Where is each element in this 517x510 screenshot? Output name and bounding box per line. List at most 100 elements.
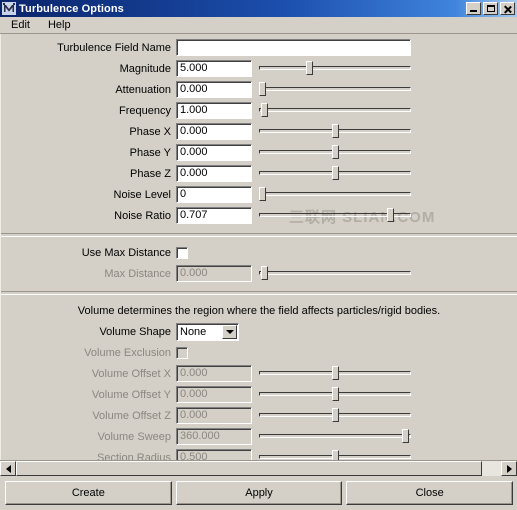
max-distance-slider [259, 265, 411, 282]
maximize-icon[interactable] [483, 2, 498, 15]
options-body: 三联网 SLIAN.COM Turbulence Field Name Magn… [0, 34, 517, 460]
slider-handle[interactable] [306, 61, 314, 75]
volume-offset-y-slider [259, 386, 411, 403]
phase-y-label: Phase Y [129, 146, 171, 159]
scroll-left-icon[interactable] [0, 461, 16, 476]
row-frequency: Frequency 1.000 [1, 101, 517, 120]
phase-x-slider[interactable] [259, 123, 411, 140]
close-icon[interactable] [500, 2, 515, 15]
volume-section: Volume determines the region where the f… [1, 297, 517, 460]
create-button[interactable]: Create [5, 480, 172, 505]
frequency-label: Frequency [119, 104, 171, 117]
volume-sweep-slider [259, 428, 411, 445]
volume-shape-select[interactable]: None [176, 322, 239, 341]
scrollbar-trough[interactable] [16, 461, 501, 476]
close-button[interactable]: Close [346, 480, 514, 505]
attenuation-label: Attenuation [115, 83, 171, 96]
frequency-input[interactable]: 1.000 [176, 102, 252, 119]
scrollbar-thumb[interactable] [16, 461, 482, 476]
window-controls [466, 2, 516, 15]
window-title: Turbulence Options [19, 2, 124, 15]
row-phase-y: Phase Y 0.000 [1, 143, 517, 162]
scroll-right-icon[interactable] [501, 461, 517, 476]
maya-m-icon [2, 2, 16, 15]
section-radius-slider [259, 449, 411, 460]
section-divider-2 [1, 291, 517, 295]
volume-shape-value: None [180, 325, 207, 338]
row-volume-sweep: Volume Sweep 360.000 [1, 427, 517, 446]
max-distance-input: 0.000 [176, 265, 252, 282]
phase-y-input[interactable]: 0.000 [176, 144, 252, 161]
slider-handle[interactable] [260, 103, 268, 117]
phase-z-slider[interactable] [259, 165, 411, 182]
horizontal-scrollbar[interactable] [0, 460, 517, 476]
menu-item-help[interactable]: Help [44, 18, 78, 32]
noise-ratio-label: Noise Ratio [114, 209, 171, 222]
row-section-radius: Section Radius 0.500 [1, 448, 517, 460]
dialog-button-bar: Create Apply Close [0, 476, 517, 510]
row-volume-shape: Volume Shape None [1, 322, 517, 341]
volume-offset-y-label: Volume Offset Y [91, 388, 171, 401]
row-volume-exclusion: Volume Exclusion [1, 343, 517, 362]
slider-track [259, 192, 411, 196]
volume-offset-x-slider [259, 365, 411, 382]
frequency-slider[interactable] [259, 102, 411, 119]
slider-handle[interactable] [259, 82, 267, 96]
attenuation-input[interactable]: 0.000 [176, 81, 252, 98]
slider-handle [332, 387, 339, 401]
menu-bar: Edit Help [0, 17, 517, 34]
phase-y-slider[interactable] [259, 144, 411, 161]
menu-item-edit[interactable]: Edit [7, 18, 37, 32]
max-distance-section: Use Max Distance Max Distance 0.000 [1, 239, 517, 289]
row-magnitude: Magnitude 5.000 [1, 59, 517, 78]
slider-track [259, 271, 411, 275]
phase-x-input[interactable]: 0.000 [176, 123, 252, 140]
chevron-down-icon[interactable] [222, 324, 237, 339]
title-bar[interactable]: Turbulence Options [0, 0, 517, 17]
noise-ratio-slider[interactable] [259, 207, 411, 224]
turbulence-attributes-section: Turbulence Field Name Magnitude 5.000 At… [1, 34, 517, 231]
phase-x-label: Phase X [129, 125, 171, 138]
volume-offset-x-label: Volume Offset X [91, 367, 171, 380]
row-attenuation: Attenuation 0.000 [1, 80, 517, 99]
minimize-icon[interactable] [466, 2, 481, 15]
volume-description: Volume determines the region where the f… [77, 305, 441, 317]
volume-offset-x-input: 0.000 [176, 365, 252, 382]
row-turbulence-field-name: Turbulence Field Name [1, 38, 517, 57]
attenuation-slider[interactable] [259, 81, 411, 98]
magnitude-slider[interactable] [259, 60, 411, 77]
volume-exclusion-label: Volume Exclusion [84, 346, 171, 359]
noise-ratio-input[interactable]: 0.707 [176, 207, 252, 224]
slider-handle[interactable] [332, 124, 339, 138]
magnitude-label: Magnitude [119, 62, 171, 75]
volume-shape-label: Volume Shape [99, 325, 171, 338]
slider-handle[interactable] [332, 145, 339, 159]
volume-offset-z-input: 0.000 [176, 407, 252, 424]
noise-level-label: Noise Level [113, 188, 171, 201]
slider-handle [260, 266, 268, 280]
max-distance-label: Max Distance [104, 267, 171, 280]
apply-button[interactable]: Apply [175, 480, 343, 505]
row-phase-z: Phase Z 0.000 [1, 164, 517, 183]
row-noise-ratio: Noise Ratio 0.707 [1, 206, 517, 225]
slider-track [259, 66, 411, 70]
volume-offset-z-label: Volume Offset Z [92, 409, 171, 422]
slider-handle [332, 366, 339, 380]
slider-handle[interactable] [259, 187, 267, 201]
volume-offset-y-input: 0.000 [176, 386, 252, 403]
noise-level-slider[interactable] [259, 186, 411, 203]
slider-handle [401, 429, 409, 443]
magnitude-input[interactable]: 5.000 [176, 60, 252, 77]
section-radius-label: Section Radius [97, 451, 171, 461]
slider-handle[interactable] [332, 166, 339, 180]
phase-z-input[interactable]: 0.000 [176, 165, 252, 182]
volume-offset-z-slider [259, 407, 411, 424]
row-use-max-distance: Use Max Distance [1, 243, 517, 262]
section-divider-1 [1, 233, 517, 237]
row-volume-offset-z: Volume Offset Z 0.000 [1, 406, 517, 425]
use-max-distance-checkbox[interactable] [176, 246, 188, 259]
slider-handle[interactable] [386, 208, 394, 222]
turbulence-field-name-input[interactable] [176, 39, 411, 56]
slider-handle [332, 450, 339, 460]
noise-level-input[interactable]: 0 [176, 186, 252, 203]
